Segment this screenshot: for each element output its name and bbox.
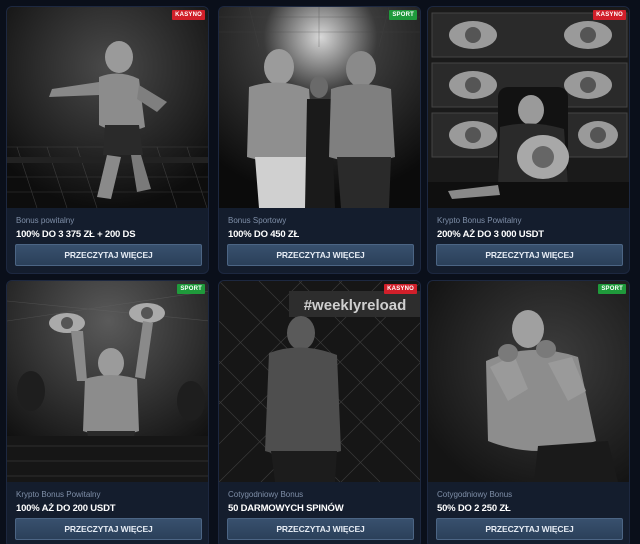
read-more-button[interactable]: PRZECZYTAJ WIĘCEJ xyxy=(436,244,623,266)
bonus-grid: KASYNO Bonus powitalny 100% DO 3 375 ZŁ … xyxy=(6,6,634,544)
casino-badge: KASYNO xyxy=(172,10,205,20)
bonus-offer: 100% DO 450 ZŁ xyxy=(228,229,300,240)
fighters-faceoff-photo[interactable]: SPORT xyxy=(219,7,420,208)
fighter-celebrating-on-cage-photo[interactable]: KASYNO xyxy=(7,7,208,208)
bonus-offer: 50% DO 2 250 ZŁ xyxy=(437,503,511,514)
sport-badge: SPORT xyxy=(598,284,626,294)
bonus-card[interactable]: SPORT Krypto Bonus Powitalny 100% AŻ DO … xyxy=(6,280,209,544)
champion-holding-belts-photo[interactable]: SPORT xyxy=(7,281,208,482)
fighter-with-crypto-belts-photo[interactable]: KASYNO xyxy=(428,7,629,208)
bonus-subtitle: Bonus Sportowy xyxy=(228,216,287,225)
read-more-button[interactable]: PRZECZYTAJ WIĘCEJ xyxy=(15,244,202,266)
bonus-card[interactable]: SPORT Cotygodniowy Bonus 50% DO 2 250 ZŁ… xyxy=(427,280,630,544)
bonus-offer: 100% DO 3 375 ZŁ + 200 DS xyxy=(16,229,136,240)
bonus-subtitle: Bonus powitalny xyxy=(16,216,75,225)
banner-text: #weeklyreload xyxy=(304,297,407,314)
read-more-button[interactable]: PRZECZYTAJ WIĘCEJ xyxy=(436,518,623,540)
bonus-subtitle: Krypto Bonus Powitalny xyxy=(437,216,522,225)
bonus-offer: 50 DARMOWYCH SPINÓW xyxy=(228,503,344,514)
sport-badge: SPORT xyxy=(389,10,417,20)
bonus-subtitle: Krypto Bonus Powitalny xyxy=(16,490,101,499)
read-more-button[interactable]: PRZECZYTAJ WIĘCEJ xyxy=(15,518,202,540)
bonus-subtitle: Cotygodniowy Bonus xyxy=(437,490,513,499)
casino-badge: KASYNO xyxy=(593,10,626,20)
bonus-subtitle: Cotygodniowy Bonus xyxy=(228,490,304,499)
bonus-card[interactable]: KASYNO Krypto Bonus Powitalny 200% AŻ DO… xyxy=(427,6,630,274)
bonus-card[interactable]: SPORT Bonus Sportowy 100% DO 450 ZŁ PRZE… xyxy=(218,6,421,274)
fighter-guard-stance-photo[interactable]: SPORT xyxy=(428,281,629,482)
fighter-weekly-reload-photo[interactable]: #weeklyreload KASYNO xyxy=(219,281,420,482)
bonus-card[interactable]: #weeklyreload KASYNO Cotygodniowy Bonus … xyxy=(218,280,421,544)
read-more-button[interactable]: PRZECZYTAJ WIĘCEJ xyxy=(227,244,414,266)
bonus-offer: 100% AŻ DO 200 USDT xyxy=(16,503,116,514)
bonus-card[interactable]: KASYNO Bonus powitalny 100% DO 3 375 ZŁ … xyxy=(6,6,209,274)
read-more-button[interactable]: PRZECZYTAJ WIĘCEJ xyxy=(227,518,414,540)
casino-badge: KASYNO xyxy=(384,284,417,294)
sport-badge: SPORT xyxy=(177,284,205,294)
bonus-offer: 200% AŻ DO 3 000 USDT xyxy=(437,229,544,240)
